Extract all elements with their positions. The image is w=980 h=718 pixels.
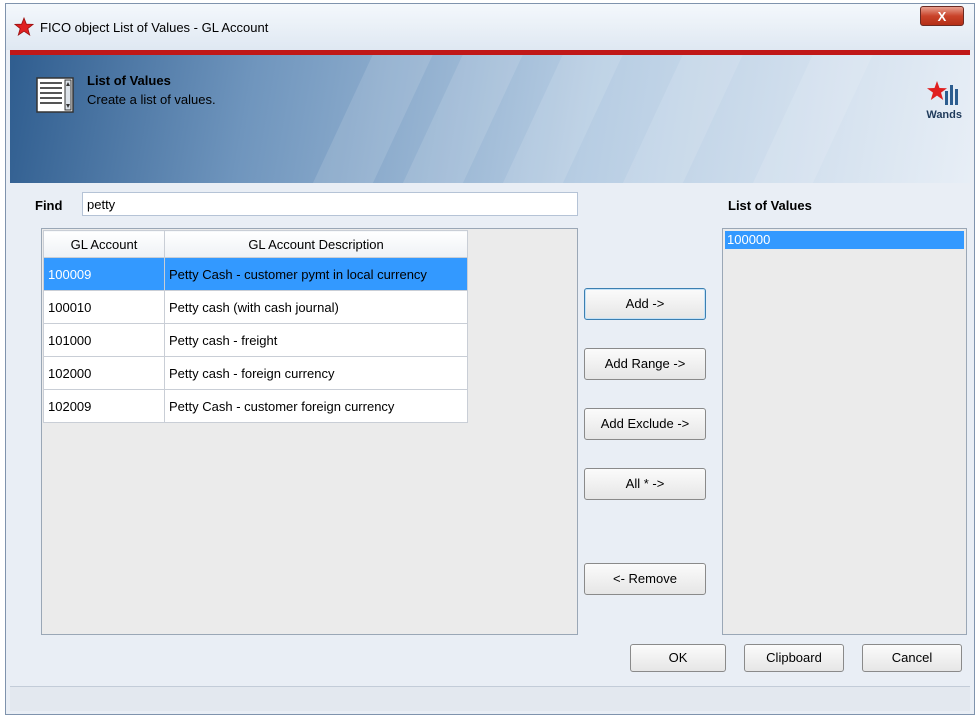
cancel-button[interactable]: Cancel	[862, 644, 962, 672]
list-item[interactable]: 100000	[725, 231, 964, 249]
header-title: List of Values	[87, 73, 171, 88]
cell-gl-account: 102000	[43, 356, 165, 390]
dialog-window: FICO object List of Values - GL Account …	[5, 3, 975, 715]
ok-button[interactable]: OK	[630, 644, 726, 672]
header-banner: List of Values Create a list of values. …	[10, 50, 970, 183]
add-range-button[interactable]: Add Range ->	[584, 348, 706, 380]
list-document-icon	[36, 77, 74, 113]
list-of-values-label: List of Values	[728, 198, 812, 213]
add-button[interactable]: Add ->	[584, 288, 706, 320]
cell-gl-description: Petty cash (with cash journal)	[164, 290, 468, 324]
window-title: FICO object List of Values - GL Account	[40, 20, 269, 35]
cell-gl-account: 101000	[43, 323, 165, 357]
cell-gl-description: Petty cash - foreign currency	[164, 356, 468, 390]
close-button[interactable]: X	[920, 6, 964, 26]
cell-gl-account: 100010	[43, 290, 165, 324]
column-header-gl-description[interactable]: GL Account Description	[164, 230, 468, 258]
clipboard-button[interactable]: Clipboard	[744, 644, 844, 672]
table-row[interactable]: 102000 Petty cash - foreign currency	[43, 356, 468, 390]
list-of-values-listbox[interactable]: 100000	[722, 228, 967, 635]
column-header-gl-account[interactable]: GL Account	[43, 230, 165, 258]
table-row[interactable]: 100009 Petty Cash - customer pymt in loc…	[43, 257, 468, 291]
cell-gl-account: 100009	[43, 257, 165, 291]
cell-gl-description: Petty Cash - customer foreign currency	[164, 389, 468, 423]
results-table: GL Account GL Account Description 100009…	[43, 230, 468, 423]
cell-gl-account: 102009	[43, 389, 165, 423]
title-bar[interactable]: FICO object List of Values - GL Account …	[6, 4, 974, 50]
table-row[interactable]: 101000 Petty cash - freight	[43, 323, 468, 357]
table-row[interactable]: 100010 Petty cash (with cash journal)	[43, 290, 468, 324]
add-exclude-button[interactable]: Add Exclude ->	[584, 408, 706, 440]
remove-button[interactable]: <- Remove	[584, 563, 706, 595]
cell-gl-description: Petty Cash - customer pymt in local curr…	[164, 257, 468, 291]
cell-gl-description: Petty cash - freight	[164, 323, 468, 357]
table-header-row: GL Account GL Account Description	[43, 230, 468, 258]
header-subtitle: Create a list of values.	[87, 92, 216, 107]
status-bar	[10, 686, 970, 711]
gl-account-grid[interactable]: GL Account GL Account Description 100009…	[41, 228, 578, 635]
star-icon	[14, 17, 34, 36]
find-input[interactable]	[82, 192, 578, 216]
table-row[interactable]: 102009 Petty Cash - customer foreign cur…	[43, 389, 468, 423]
wands-brand-label: Wands	[926, 109, 962, 121]
add-all-button[interactable]: All * ->	[584, 468, 706, 500]
find-label: Find	[35, 198, 63, 213]
